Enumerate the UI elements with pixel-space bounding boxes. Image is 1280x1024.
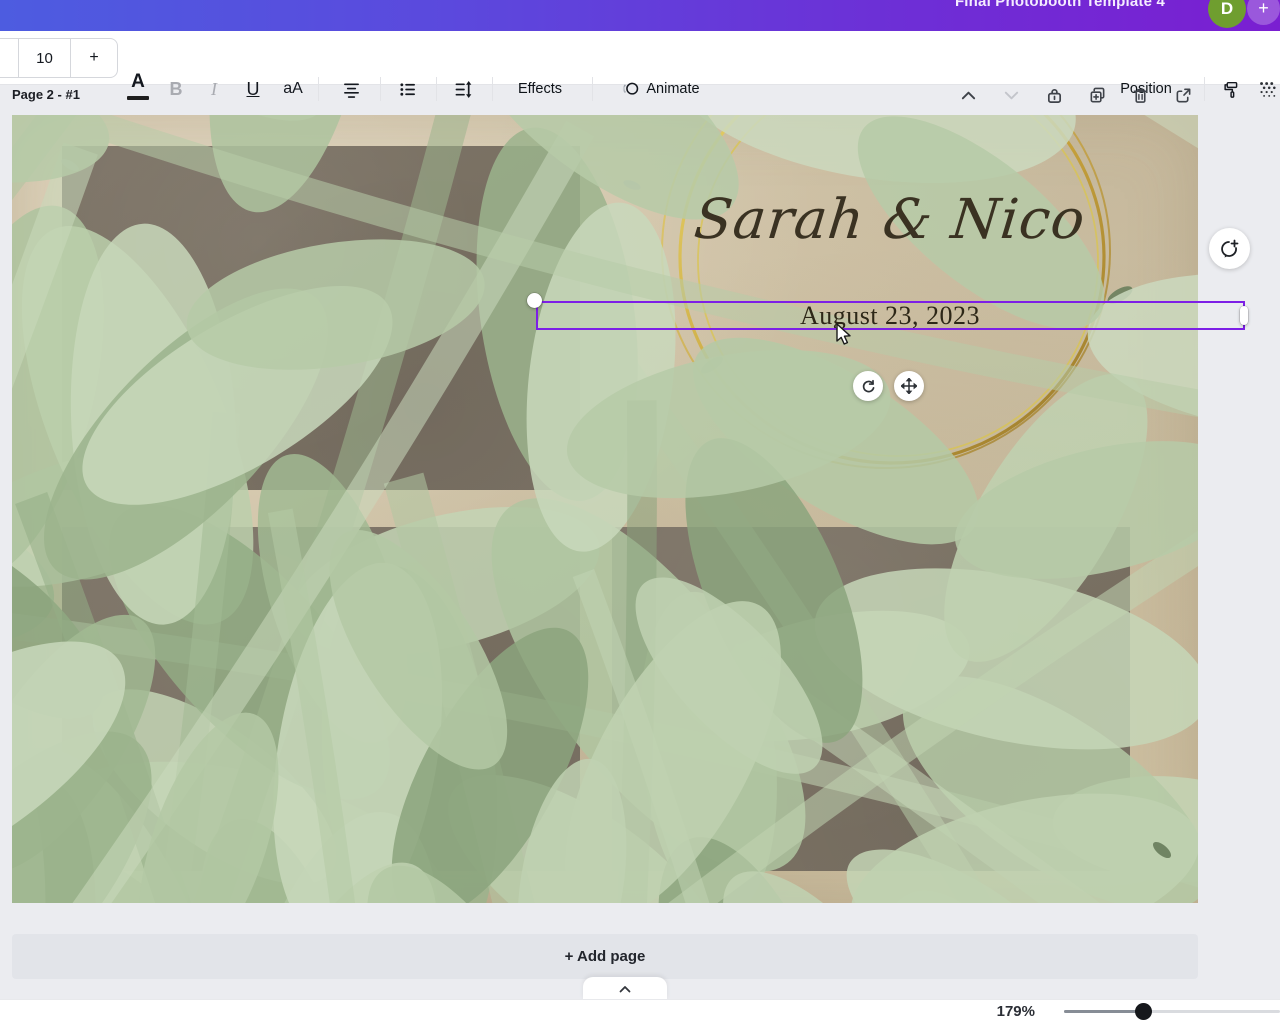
add-page-button[interactable]: + Add page (12, 934, 1198, 979)
add-comment-button[interactable] (1209, 228, 1250, 269)
list-button[interactable] (394, 70, 420, 108)
toolbar-divider (318, 77, 319, 101)
duplicate-page-button[interactable] (1089, 87, 1106, 104)
move-page-up-button[interactable] (960, 87, 977, 104)
font-size-value[interactable]: 10 (19, 39, 71, 77)
spacing-button[interactable] (449, 70, 477, 108)
expand-page-button[interactable] (1175, 87, 1192, 104)
app-header: Final Photobooth Template 4 D + (0, 0, 1280, 31)
toolbar-divider (492, 77, 493, 101)
rotate-handle[interactable] (853, 371, 883, 401)
toolbar-divider (592, 77, 593, 101)
move-icon (901, 378, 917, 394)
photo-placeholder-1[interactable] (62, 146, 580, 490)
animate-button[interactable]: Animate (606, 70, 716, 108)
couple-names-text[interactable]: Sarah & Nico (587, 187, 1194, 251)
selection-box[interactable] (536, 301, 1245, 330)
text-toolbar: − 10 + A B I U aA (0, 31, 1280, 101)
toolbar-divider (380, 77, 381, 101)
transparency-button[interactable] (1252, 70, 1280, 108)
gold-wreath-icon (661, 115, 1111, 469)
selection-handle-side[interactable] (1240, 306, 1248, 325)
font-size-control: − 10 + (0, 38, 118, 78)
effects-label: Effects (517, 81, 563, 97)
zoom-slider[interactable] (1064, 1003, 1280, 1020)
comment-add-icon (1220, 239, 1238, 257)
copy-style-icon (1223, 81, 1237, 98)
transparency-icon (1259, 81, 1276, 97)
copy-style-button[interactable] (1216, 70, 1246, 108)
rotate-icon (862, 379, 874, 392)
bold-button[interactable]: B (164, 70, 188, 108)
font-size-decrease-button[interactable]: − (0, 39, 19, 77)
animate-label: Animate (646, 81, 700, 97)
photo-placeholder-2[interactable] (62, 527, 580, 871)
avatar[interactable]: D (1208, 0, 1246, 28)
text-color-button[interactable]: A (126, 71, 150, 100)
italic-button[interactable]: I (202, 70, 226, 108)
underline-button[interactable]: U (241, 70, 265, 108)
lock-page-button[interactable] (1046, 87, 1063, 104)
font-size-increase-button[interactable]: + (71, 39, 117, 77)
align-center-icon (343, 82, 359, 98)
line-spacing-icon (455, 80, 471, 98)
selection-handle-corner[interactable] (527, 293, 542, 308)
delete-page-button[interactable] (1132, 87, 1149, 104)
design-page-canvas[interactable]: Sarah & Nico August 23, 2023 (12, 115, 1198, 903)
alignment-button[interactable] (338, 70, 364, 108)
photo-placeholder-3[interactable] (612, 527, 1130, 871)
zoom-level[interactable]: 179% (975, 1003, 1035, 1020)
move-handle[interactable] (894, 371, 924, 401)
collapse-chevron-icon (619, 985, 631, 992)
canva-editor: Final Photobooth Template 4 D + − 10 + A… (0, 0, 1280, 1024)
document-title[interactable]: Final Photobooth Template 4 (942, 0, 1178, 10)
page-label: Page 2 - #1 (12, 87, 80, 102)
toolbar-divider (436, 77, 437, 101)
zoom-slider-thumb[interactable] (1135, 1003, 1152, 1020)
page-controls (960, 85, 1192, 105)
move-page-down-button[interactable] (1003, 87, 1020, 104)
add-member-button[interactable]: + (1247, 0, 1280, 25)
bulleted-list-icon (399, 82, 415, 96)
collapse-panel-tab[interactable] (583, 977, 667, 1000)
animate-icon (623, 82, 639, 95)
toolbar-divider (1204, 77, 1205, 101)
effects-button[interactable]: Effects (505, 70, 575, 108)
zoom-slider-fill (1064, 1010, 1143, 1013)
text-case-button[interactable]: aA (278, 70, 308, 108)
mouse-cursor (836, 323, 851, 345)
